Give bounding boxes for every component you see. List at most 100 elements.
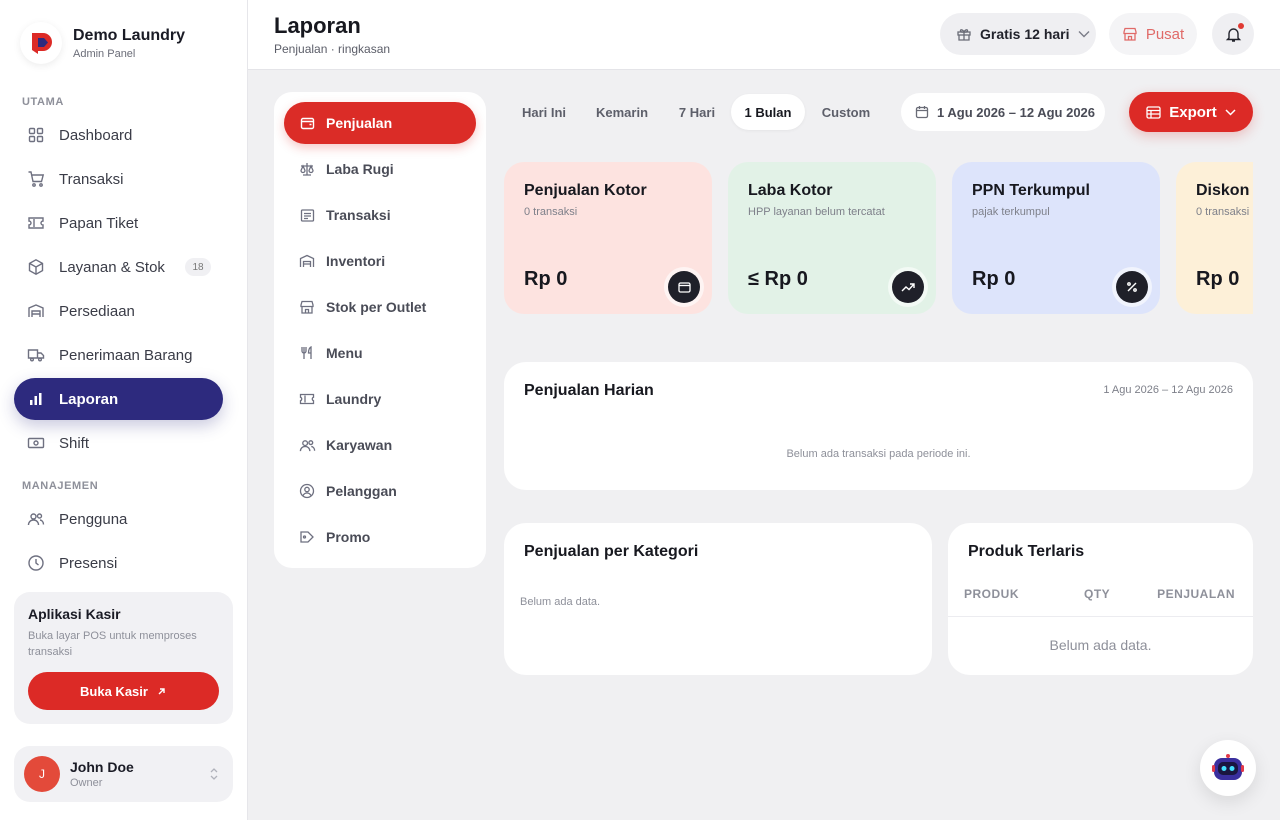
report-menu-stok-per-outlet[interactable]: Stok per Outlet: [284, 286, 476, 328]
receipt-icon: [298, 206, 316, 224]
sidebar-item-shift[interactable]: Shift: [14, 422, 223, 464]
column-header-product[interactable]: PRODUK: [964, 587, 1019, 601]
period-tab-kemarin[interactable]: Kemarin: [586, 94, 658, 130]
date-range-picker[interactable]: 1 Agu 2026 – 12 Agu 2026: [901, 93, 1105, 131]
export-button[interactable]: Export: [1129, 92, 1253, 132]
sidebar-item-penerimaan-barang[interactable]: Penerimaan Barang: [14, 334, 223, 376]
bar-chart-icon: [26, 389, 46, 409]
user-circle-icon: [298, 482, 316, 500]
sidebar-item-laporan[interactable]: Laporan: [14, 378, 223, 420]
trial-plan-dropdown[interactable]: Gratis 12 hari: [940, 13, 1096, 55]
sidebar-item-label: Presensi: [59, 554, 118, 572]
sidebar-item-transaksi[interactable]: Transaksi: [14, 158, 223, 200]
warehouse-icon: [26, 301, 46, 321]
sidebar-item-label: Papan Tiket: [59, 214, 139, 232]
truck-icon: [26, 345, 46, 365]
user-menu[interactable]: J John Doe Owner: [14, 746, 233, 802]
cart-icon: [26, 169, 46, 189]
chevron-down-icon: [1078, 31, 1089, 38]
column-header-sales[interactable]: PENJUALAN: [1157, 587, 1235, 601]
column-header-qty[interactable]: QTY: [1084, 587, 1110, 601]
sidebar-item-label: Shift: [59, 434, 90, 452]
report-menu-laundry[interactable]: Laundry: [284, 378, 476, 420]
box-icon: [26, 257, 46, 277]
percent-icon: [1116, 271, 1148, 303]
sidebar-item-dashboard[interactable]: Dashboard: [14, 114, 223, 156]
date-range-label: 1 Agu 2026 – 12 Agu 2026: [937, 104, 1096, 120]
report-menu-menu[interactable]: Menu: [284, 332, 476, 374]
kpi-title: Penjualan Kotor: [524, 182, 647, 199]
sidebar-item-pengguna[interactable]: Pengguna: [14, 498, 223, 540]
category-sales-panel: Penjualan per Kategori Belum ada data.: [504, 523, 932, 675]
users-icon: [298, 436, 316, 454]
period-tab-1-bulan[interactable]: 1 Bulan: [731, 94, 805, 130]
section-label-utama: UTAMA: [22, 96, 64, 108]
daily-sales-panel: Penjualan Harian 1 Agu 2026 – 12 Agu 202…: [504, 362, 1253, 490]
calendar-icon: [915, 106, 929, 119]
daily-date-range: 1 Agu 2026 – 12 Agu 2026: [1103, 384, 1233, 396]
report-menu-penjualan[interactable]: Penjualan: [284, 102, 476, 144]
chevron-down-icon: [1225, 108, 1236, 116]
period-tab-custom[interactable]: Custom: [810, 94, 882, 130]
kpi-subtitle: 0 transaksi: [1196, 206, 1250, 218]
brand[interactable]: Demo Laundry Admin Panel: [20, 22, 185, 64]
warehouse-icon: [298, 252, 316, 270]
kpi-subtitle: pajak terkumpul: [972, 206, 1050, 218]
kpi-value: Rp 0: [972, 268, 1016, 290]
wallet-icon: [298, 114, 316, 132]
panel-title: Produk Terlaris: [968, 543, 1085, 560]
sidebar-item-label: Transaksi: [59, 170, 124, 188]
report-menu-promo[interactable]: Promo: [284, 516, 476, 558]
report-menu-laba-rugi[interactable]: Laba Rugi: [284, 148, 476, 190]
sidebar-item-label: Pengguna: [59, 510, 128, 528]
report-menu-transaksi[interactable]: Transaksi: [284, 194, 476, 236]
report-menu-label: Promo: [326, 529, 371, 545]
store-icon: [298, 298, 316, 316]
kpi-cards: Penjualan Kotor 0 transaksi Rp 0 Laba Ko…: [504, 162, 1253, 314]
robot-icon: [1212, 754, 1244, 780]
tag-icon: [298, 528, 316, 546]
open-cashier-label: Buka Kasir: [80, 683, 148, 699]
store-icon: [1123, 27, 1137, 41]
report-type-menu: Penjualan Laba Rugi Transaksi Inventori …: [274, 92, 486, 568]
report-menu-pelanggan[interactable]: Pelanggan: [284, 470, 476, 512]
sidebar-item-persediaan[interactable]: Persediaan: [14, 290, 223, 332]
sidebar-item-label: Dashboard: [59, 126, 133, 144]
scale-icon: [298, 160, 316, 178]
trial-label: Gratis 12 hari: [980, 26, 1070, 42]
sidebar-item-label: Laporan: [59, 390, 119, 408]
cashier-description: Buka layar POS untuk memproses transaksi: [28, 630, 197, 658]
gift-icon: [957, 29, 971, 41]
sidebar: Demo Laundry Admin Panel UTAMA Dashboard…: [0, 0, 248, 820]
period-tab-hari-ini[interactable]: Hari Ini: [510, 94, 578, 130]
wallet-icon: [668, 271, 700, 303]
report-menu-label: Stok per Outlet: [326, 299, 427, 315]
ticket-icon: [298, 390, 316, 408]
assistant-bot-button[interactable]: [1200, 740, 1256, 796]
sidebar-item-layanan-stok[interactable]: Layanan & Stok 18: [14, 246, 223, 288]
notifications-button[interactable]: [1212, 13, 1254, 55]
page-title: Laporan: [274, 13, 361, 38]
user-role: Owner: [70, 777, 103, 789]
export-label: Export: [1169, 103, 1217, 121]
outlet-selector[interactable]: Pusat: [1109, 13, 1197, 55]
period-tab-7-hari[interactable]: 7 Hari: [668, 94, 726, 130]
kpi-title: Laba Kotor: [748, 182, 833, 199]
report-menu-label: Pelanggan: [326, 483, 397, 499]
sidebar-item-presensi[interactable]: Presensi: [14, 542, 223, 584]
count-badge: 18: [185, 258, 211, 276]
report-menu-inventori[interactable]: Inventori: [284, 240, 476, 282]
sidebar-item-papan-tiket[interactable]: Papan Tiket: [14, 202, 223, 244]
panel-title: Penjualan Harian: [524, 382, 654, 399]
kpi-subtitle: 0 transaksi: [524, 206, 578, 218]
users-icon: [26, 509, 46, 529]
brand-logo: [20, 22, 62, 64]
user-name: John Doe: [70, 759, 134, 775]
avatar: J: [24, 756, 60, 792]
sidebar-item-label: Persediaan: [59, 302, 135, 320]
external-link-icon: [158, 687, 165, 694]
chevron-up-down-icon: [210, 768, 218, 780]
open-cashier-button[interactable]: Buka Kasir: [28, 672, 219, 710]
top-header: Laporan Penjualan · ringkasan Gratis 12 …: [248, 0, 1280, 70]
report-menu-karyawan[interactable]: Karyawan: [284, 424, 476, 466]
